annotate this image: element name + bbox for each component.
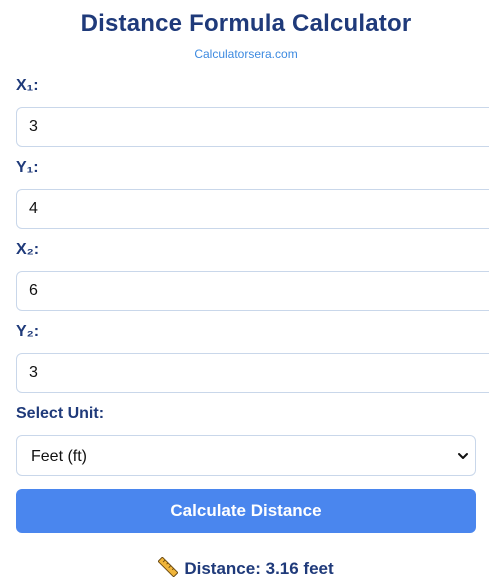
y2-label: Y₂:	[16, 323, 40, 340]
x2-label: X₂:	[16, 241, 40, 258]
y1-label: Y₁:	[16, 159, 39, 176]
distance-result-value: 3.16 feet	[265, 559, 334, 578]
ruler-icon	[158, 557, 179, 577]
y1-input[interactable]	[16, 189, 489, 229]
unit-select-value: Feet (ft)	[31, 448, 88, 465]
chevron-down-icon	[458, 453, 468, 459]
calculate-distance-button[interactable]: Calculate Distance	[16, 489, 476, 533]
x1-input[interactable]	[16, 107, 489, 147]
y2-input[interactable]	[16, 353, 489, 393]
x1-label: X₁:	[16, 77, 39, 94]
site-link[interactable]: Calculatorsera.com	[0, 47, 489, 61]
x2-input[interactable]	[16, 271, 489, 311]
unit-select[interactable]: Feet (ft)	[16, 435, 476, 476]
page-title: Distance Formula Calculator	[80, 10, 412, 37]
distance-result: Distance: 3.16 feet	[0, 557, 489, 579]
unit-label: Select Unit:	[16, 405, 105, 422]
distance-result-label: Distance:	[184, 559, 261, 578]
